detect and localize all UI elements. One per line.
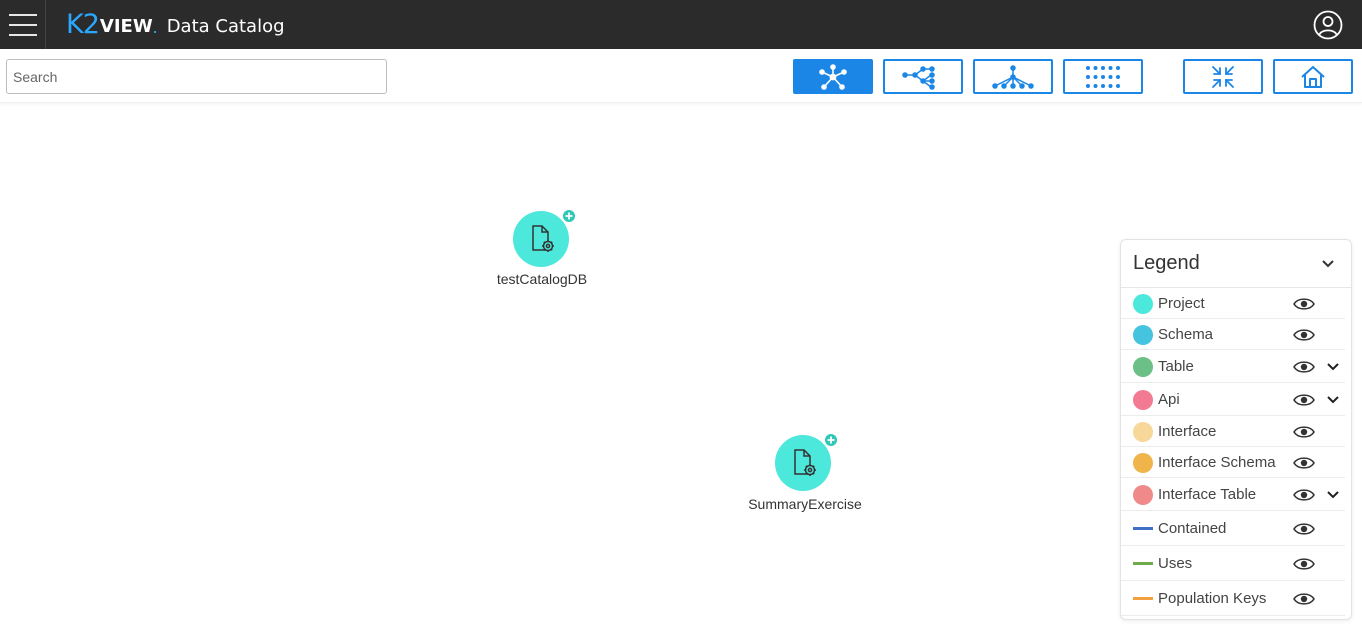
legend-header: Legend: [1121, 240, 1351, 288]
eye-icon[interactable]: [1293, 456, 1315, 470]
user-icon: [1313, 10, 1343, 40]
uses-edge-icon: [1133, 562, 1153, 565]
chevron-down-icon[interactable]: [1326, 360, 1340, 374]
eye-icon[interactable]: [1293, 522, 1315, 536]
legend-list: Project Schema Table Api Interface Interface …: [1121, 288, 1351, 616]
legend-item-project: Project: [1121, 288, 1345, 319]
legend-item-uses: Uses: [1121, 546, 1345, 581]
eye-icon[interactable]: [1293, 393, 1315, 407]
home-button[interactable]: [1273, 59, 1353, 94]
legend-item-schema: Schema: [1121, 319, 1345, 350]
population-keys-edge-icon: [1133, 597, 1153, 600]
graph-node-summaryexercise[interactable]: [775, 433, 838, 491]
schema-type-icon: [1133, 324, 1153, 345]
eye-icon[interactable]: [1293, 360, 1315, 374]
tree-vertical-icon: [992, 64, 1034, 89]
menu-button[interactable]: [0, 0, 46, 49]
collapse-arrows-icon: [1212, 65, 1234, 88]
graph-node-label: testCatalogDB: [496, 271, 588, 287]
logo-view: VIEW: [99, 16, 153, 37]
eye-icon[interactable]: [1293, 592, 1315, 606]
plus-icon: [827, 436, 835, 444]
legend-item-table: Table: [1121, 350, 1345, 383]
legend-item-api: Api: [1121, 383, 1345, 416]
legend-item-contained: Contained: [1121, 511, 1345, 546]
tree-horizontal-icon: [902, 65, 935, 90]
chevron-down-icon[interactable]: [1326, 488, 1340, 502]
eye-icon[interactable]: [1293, 297, 1315, 311]
hamburger-icon-line: [8, 33, 37, 36]
legend-item-interface-table: Interface Table: [1121, 478, 1345, 511]
eye-icon[interactable]: [1293, 425, 1315, 439]
legend-panel: Legend Project Schema Table Api Interface Int…: [1120, 239, 1352, 620]
contained-edge-icon: [1133, 527, 1153, 530]
chevron-down-icon[interactable]: [1326, 393, 1340, 407]
legend-item-label: Schema: [1158, 326, 1214, 343]
legend-item-label: Interface: [1158, 423, 1217, 440]
legend-item-label: Population Keys: [1158, 590, 1267, 607]
toolbar: [0, 49, 1362, 103]
legend-item-label: Uses: [1158, 555, 1193, 572]
project-file-gear-icon: [794, 449, 816, 476]
search-input[interactable]: [6, 59, 387, 94]
logo-k2: K2: [66, 9, 100, 40]
table-type-icon: [1133, 356, 1153, 377]
project-file-gear-icon: [532, 225, 554, 252]
legend-title: Legend: [1133, 252, 1200, 274]
legend-item-label: Contained: [1158, 520, 1227, 537]
logo-dot: .: [152, 17, 158, 37]
layout-horizontal-tree-button[interactable]: [883, 59, 963, 94]
interface-type-icon: [1133, 421, 1153, 442]
api-type-icon: [1133, 389, 1153, 410]
eye-icon[interactable]: [1293, 557, 1315, 571]
hamburger-icon-line: [8, 13, 37, 16]
layout-vertical-tree-button[interactable]: [973, 59, 1053, 94]
user-account-button[interactable]: [1313, 10, 1343, 40]
chevron-down-icon[interactable]: [1321, 257, 1335, 271]
legend-item-label: Interface Schema: [1158, 454, 1276, 471]
graph-node-testcatalogdb[interactable]: [513, 209, 576, 267]
plus-icon: [565, 212, 573, 220]
top-bar: K2 VIEW . Data Catalog: [0, 0, 1362, 49]
legend-item-interface: Interface: [1121, 416, 1345, 447]
legend-item-interface-schema: Interface Schema: [1121, 447, 1345, 478]
app-logo: K2 VIEW . Data Catalog: [66, 9, 285, 41]
legend-item-label: Interface Table: [1158, 486, 1257, 503]
legend-item-label: Table: [1158, 358, 1194, 375]
collapse-button[interactable]: [1183, 59, 1263, 94]
expand-node-button[interactable]: [562, 209, 576, 223]
layout-grid-button[interactable]: [1063, 59, 1143, 94]
legend-item-label: Api: [1158, 391, 1180, 408]
hub-network-icon: [819, 63, 847, 90]
project-type-icon: [1133, 293, 1153, 314]
legend-item-label: Project: [1158, 295, 1205, 312]
graph-node-label: SummaryExercise: [748, 496, 862, 512]
eye-icon[interactable]: [1293, 488, 1315, 502]
expand-node-button[interactable]: [824, 433, 838, 447]
hamburger-icon-line: [8, 23, 37, 26]
interface-table-type-icon: [1133, 484, 1153, 505]
app-title: Data Catalog: [166, 16, 285, 37]
home-icon: [1301, 65, 1325, 88]
interface-schema-type-icon: [1133, 452, 1153, 473]
legend-item-population-keys: Population Keys: [1121, 581, 1345, 616]
dot-grid-icon: [1086, 65, 1120, 88]
eye-icon[interactable]: [1293, 328, 1315, 342]
layout-force-button[interactable]: [793, 59, 873, 94]
